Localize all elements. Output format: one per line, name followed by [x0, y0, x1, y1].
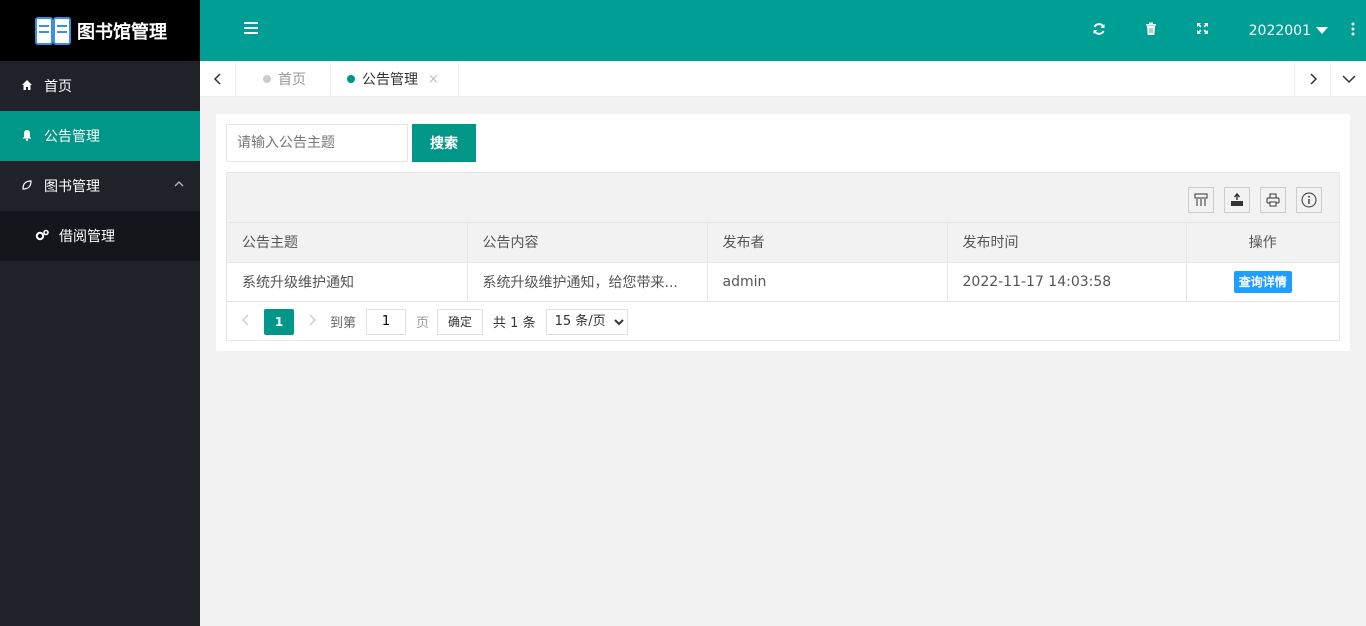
- user-menu[interactable]: 2022001: [1229, 23, 1340, 39]
- menu-toggle-icon[interactable]: [244, 22, 258, 36]
- view-detail-button[interactable]: 查询详情: [1233, 270, 1292, 293]
- refresh-icon[interactable]: [1073, 22, 1125, 40]
- goto-confirm-button[interactable]: 确定: [437, 308, 484, 335]
- cell-action: 查询详情: [1186, 262, 1339, 302]
- cell-time: 2022-11-17 14:03:58: [947, 262, 1187, 302]
- content-card: 搜索 公告主题 公告内容 发布者: [216, 114, 1350, 351]
- cell-content: 系统升级维护通知，给您带来...: [467, 262, 708, 302]
- total-count: 共 1 条: [493, 316, 536, 331]
- data-table: 公告主题 公告内容 发布者 发布时间 操作 系统升级维护通知 系统升级维护通知，…: [226, 172, 1340, 341]
- next-page-icon[interactable]: [308, 314, 316, 330]
- tab-label: 首页: [278, 72, 306, 88]
- username: 2022001: [1248, 22, 1311, 39]
- sidebar-submenu: 借阅管理: [0, 211, 200, 261]
- bell-icon: [20, 129, 34, 144]
- sidebar-item-announcements[interactable]: 公告管理: [0, 111, 200, 161]
- tab-dot-icon: [347, 75, 355, 83]
- column-header: 操作: [1186, 223, 1339, 263]
- column-header[interactable]: 发布时间: [947, 223, 1187, 263]
- top-header: 2022001: [200, 0, 1366, 61]
- sidebar-item-label: 公告管理: [44, 129, 100, 145]
- sidebar-item-label: 图书管理: [44, 179, 100, 195]
- tab-dot-icon: [263, 75, 271, 83]
- export-icon[interactable]: [1224, 187, 1250, 213]
- more-vertical-icon[interactable]: [1340, 22, 1366, 40]
- columns-filter-icon[interactable]: [1188, 187, 1214, 213]
- sidebar: 图书馆管理 首页 公告管理 图书管理 借阅管理: [0, 0, 200, 626]
- column-header[interactable]: 发布者: [707, 223, 948, 263]
- logo: 图书馆管理: [0, 0, 200, 61]
- sidebar-item-label: 首页: [44, 79, 72, 95]
- book-logo-icon: [35, 16, 71, 46]
- tab-scroll-left-icon[interactable]: [200, 61, 236, 97]
- trash-icon[interactable]: [1125, 22, 1177, 40]
- leaf-icon: [20, 179, 34, 194]
- prev-page-icon[interactable]: [242, 314, 250, 330]
- search-input[interactable]: [226, 124, 408, 162]
- tab-announcements[interactable]: 公告管理 ×: [331, 61, 459, 97]
- caret-down-icon: [1316, 27, 1328, 34]
- column-header[interactable]: 公告主题: [227, 223, 468, 263]
- sidebar-item-borrowing[interactable]: 借阅管理: [0, 211, 200, 261]
- announcement-table: 公告主题 公告内容 发布者 发布时间 操作 系统升级维护通知 系统升级维护通知，…: [227, 223, 1339, 302]
- fullscreen-icon[interactable]: [1177, 22, 1229, 39]
- goto-page-input[interactable]: [366, 308, 407, 335]
- table-header-row: 公告主题 公告内容 发布者 发布时间 操作: [227, 223, 1339, 263]
- page-size-select[interactable]: 15 条/页: [545, 308, 628, 335]
- sidebar-item-label: 借阅管理: [59, 229, 115, 245]
- cell-publisher: admin: [707, 262, 948, 302]
- column-header[interactable]: 公告内容: [467, 223, 708, 263]
- goto-label: 到第: [330, 316, 357, 331]
- close-icon[interactable]: ×: [428, 72, 439, 87]
- pagination: 1 到第 页 确定 共 1 条 15 条/页: [227, 302, 1339, 342]
- tab-scroll-right-icon[interactable]: [1294, 61, 1330, 97]
- search-button[interactable]: 搜索: [412, 124, 476, 162]
- tab-bar: 首页 公告管理 ×: [200, 61, 1366, 97]
- print-icon[interactable]: [1260, 187, 1286, 213]
- cell-title: 系统升级维护通知: [227, 262, 468, 302]
- app-title: 图书馆管理: [77, 21, 167, 43]
- chevron-down-icon[interactable]: [1330, 61, 1366, 97]
- sidebar-item-books[interactable]: 图书管理: [0, 161, 200, 211]
- info-icon[interactable]: [1296, 187, 1322, 213]
- page-number-current[interactable]: 1: [264, 308, 294, 335]
- home-icon: [20, 79, 34, 94]
- table-toolbar: [227, 173, 1339, 223]
- gears-icon: [35, 229, 49, 244]
- tab-label: 公告管理: [362, 72, 418, 88]
- chevron-up-icon: [174, 178, 184, 192]
- sidebar-item-home[interactable]: 首页: [0, 61, 200, 111]
- table-row[interactable]: 系统升级维护通知 系统升级维护通知，给您带来... admin 2022-11-…: [227, 262, 1339, 302]
- page-unit-label: 页: [416, 316, 430, 331]
- tab-home[interactable]: 首页: [236, 61, 331, 97]
